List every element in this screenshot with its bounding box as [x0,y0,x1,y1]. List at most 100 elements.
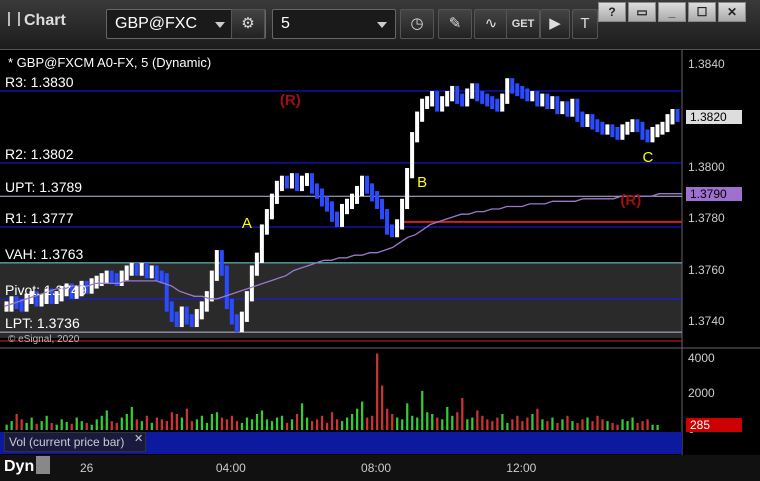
price-bar [244,291,249,322]
volume-bar [200,415,204,430]
price-bar [555,96,560,115]
volume-bar [10,421,13,430]
study-icon[interactable]: ∿ [474,9,508,39]
price-bar [640,121,645,140]
price-bar [520,85,525,99]
text-tool-icon[interactable]: T [572,9,598,39]
price-bar [525,88,530,102]
price-bar [289,173,294,189]
volume-bar [130,406,133,430]
volume-bar [225,419,229,430]
play-icon[interactable]: ▶ [540,9,570,39]
volume-bar [190,421,194,430]
price-bar [209,270,214,302]
price-bar [214,250,219,281]
restore-button[interactable]: ▭ [628,2,656,22]
volume-bar [25,422,28,430]
maximize-button[interactable]: ☐ [688,2,716,22]
volume-bar [165,421,168,430]
minimize-button[interactable]: _ [658,2,686,22]
price-bar [124,265,129,281]
price-bar [229,298,234,325]
volume-bar [80,421,83,430]
level-label: R2: 1.3802 [5,145,74,162]
volume-bar [566,415,569,430]
volume-bar [5,424,8,430]
price-bar [119,270,124,286]
volume-bar [275,417,279,430]
price-bar [450,85,455,102]
price-bar [460,93,465,107]
volume-bar [100,415,103,430]
price-bar [375,191,380,210]
volume-bar [85,422,88,430]
volume-bar [551,417,554,430]
volume-bar [325,422,329,430]
volume-bar [506,422,509,430]
level-label: Pivot: 1.3749 [5,281,87,298]
price-bar [279,175,284,192]
lock-icon[interactable] [36,456,51,474]
price-bar [380,198,385,220]
volume-bar [521,421,524,430]
price-bar [94,275,99,289]
volume-bar [451,415,454,430]
price-bar [580,111,585,127]
price-bar [445,91,450,107]
interval-value: 5 [281,15,290,32]
chart-title: Chart [8,12,66,30]
price-bar [194,309,199,328]
price-bar [665,114,670,133]
dynamic-button[interactable]: Dyn [4,456,51,476]
help-button[interactable]: ? [598,2,626,22]
price-tag: 1.3790 [686,186,742,201]
interval-combo[interactable]: 5 [272,9,396,39]
price-bar [184,306,189,325]
volume-bar [556,422,559,430]
volume-bar [250,419,254,430]
volume-bar [125,414,128,430]
volume-bar [436,417,439,430]
symbol-combo[interactable]: GBP@FXC ⚙ [106,9,266,39]
price-bar [430,91,435,107]
volume-bar [441,419,444,430]
price-bar [480,91,485,104]
price-bar [385,209,390,235]
volume-bar [581,419,584,430]
pencil-icon[interactable]: ✎ [438,9,472,39]
volume-bar [426,412,429,430]
dynamic-label: Dyn [4,458,35,475]
volume-bar [491,421,494,430]
symbol-dropdown-icon[interactable] [215,22,225,28]
price-bar [99,273,104,286]
clock-icon[interactable]: ◷ [400,9,434,39]
symbol-value: GBP@FXC [115,15,198,32]
price-bar [495,98,500,112]
volume-bar [135,419,138,430]
volume-bar [150,422,153,430]
volume-bar [486,419,489,430]
price-bar [455,85,460,104]
price-bar [570,98,575,117]
volume-bar [110,421,113,430]
price-bar [174,311,179,328]
volume-bar [20,419,23,430]
settings-gear-icon[interactable]: ⚙ [231,9,265,39]
volume-bar [591,421,594,430]
close-button[interactable]: ✕ [718,2,746,22]
volume-bar [461,398,464,430]
chart-canvas [0,50,760,460]
price-tag: 1.3820 [686,109,742,124]
watermark: © eSignal, 2020 [8,334,80,345]
volume-bar [195,419,199,430]
get-icon[interactable]: GET [506,9,540,39]
volume-bar [55,424,58,430]
close-icon[interactable]: ✕ [134,432,146,446]
interval-dropdown-icon[interactable] [377,22,387,28]
price-bar [505,78,510,104]
time-tick-label: 04:00 [215,461,246,475]
price-bar [470,83,475,99]
volume-bar [501,414,504,430]
price-bar [314,183,319,199]
price-bar [345,198,350,215]
